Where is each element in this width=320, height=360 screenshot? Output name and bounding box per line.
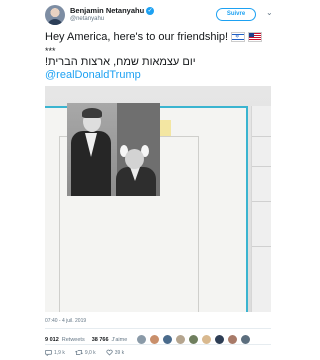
follow-button[interactable]: Suivre	[216, 8, 256, 21]
tweet-text-english: Hey America, here's to our friendship!	[45, 31, 229, 43]
retweet-count: 9,0 k	[84, 349, 96, 356]
divider	[45, 328, 271, 329]
photo-side-pages	[251, 106, 271, 312]
photo-page-line	[252, 201, 271, 202]
display-name[interactable]: Benjamin Netanyahu ✓	[70, 6, 155, 15]
reply-count: 1,9 k	[54, 349, 65, 356]
heart-icon	[106, 349, 113, 356]
tweet-separator: ***	[45, 46, 56, 56]
tweet-timestamp[interactable]: 07:40 - 4 juil. 2019	[45, 318, 86, 324]
usa-flag-icon	[248, 32, 263, 42]
reply-icon	[45, 350, 52, 356]
avatar-shoulders	[47, 19, 63, 25]
chevron-down-icon[interactable]: ⌄	[266, 8, 273, 18]
historic-photo	[67, 103, 160, 196]
retweet-total[interactable]: 9 012	[45, 337, 59, 343]
like-total[interactable]: 38 766	[92, 337, 109, 343]
retweet-button[interactable]: 9,0 k	[74, 349, 96, 356]
like-total-label[interactable]: J'aime	[112, 337, 128, 343]
photo-page-line	[252, 166, 271, 167]
photo-page-line	[252, 246, 271, 247]
tweet-actions: 1,9 k 9,0 k 39 k	[45, 349, 124, 356]
tweet-text-line: Hey America, here's to our friendship! ✡	[45, 31, 263, 43]
like-button[interactable]: 39 k	[106, 349, 124, 356]
person-left-hair	[82, 108, 102, 118]
mention-link[interactable]: @realDonaldTrump	[45, 69, 141, 81]
person-right-head	[125, 149, 144, 169]
display-name-text[interactable]: Benjamin Netanyahu	[70, 6, 144, 15]
tweet-card: Benjamin Netanyahu ✓ @netanyahu Suivre ⌄…	[0, 0, 316, 360]
tweet-text-hebrew: יום עצמאות שמח, ארצות הברית!	[45, 56, 196, 68]
like-count: 39 k	[114, 349, 125, 356]
divider	[45, 344, 271, 345]
photo-page-line	[252, 136, 271, 137]
verified-check-icon: ✓	[146, 6, 155, 15]
avatar[interactable]	[45, 5, 65, 25]
israel-flag-icon: ✡	[231, 32, 246, 42]
reply-button[interactable]: 1,9 k	[45, 349, 65, 356]
retweet-total-label[interactable]: Retweets	[62, 337, 85, 343]
user-handle[interactable]: @netanyahu	[70, 16, 104, 22]
retweet-icon	[74, 350, 83, 355]
